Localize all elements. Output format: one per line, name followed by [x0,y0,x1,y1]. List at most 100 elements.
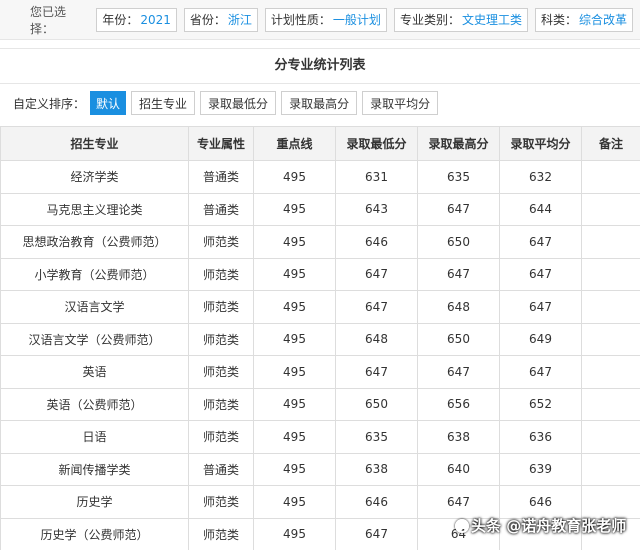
cell-attribute: 师范类 [188,257,254,291]
cell-key-line: 495 [253,257,336,291]
sort-bar: 自定义排序： 默认 招生专业 录取最低分 录取最高分 录取平均分 [0,86,640,120]
cell-major: 日语 [0,420,189,454]
table-header-row: 招生专业 专业属性 重点线 录取最低分 录取最高分 录取平均分 备注 [0,126,640,161]
score-table: 招生专业 专业属性 重点线 录取最低分 录取最高分 录取平均分 备注 经济学类普… [0,126,640,550]
cell-major: 英语（公费师范） [0,387,189,421]
sort-avg-score-button[interactable]: 录取平均分 [362,91,439,115]
table-row: 新闻传播学类 普通类 495 638 640 639 [0,452,640,486]
cell-key-line: 495 [253,290,336,324]
cell-remark [581,290,640,324]
table-row: 小学教育（公费师范） 师范类 495 647 647 647 [0,257,640,291]
cell-avg-score: 647 [499,225,582,259]
cell-avg-score: 644 [499,192,582,226]
cell-major: 经济学类 [0,160,189,194]
cell-min-score: 647 [335,257,418,291]
cell-min-score: 638 [335,452,418,486]
table-row: 思想政治教育（公费师范） 师范类 495 646 650 647 [0,225,640,259]
cell-avg-score: 649 [499,322,582,356]
table-row: 英语（公费师范） 师范类 495 650 656 652 [0,387,640,421]
cell-max-score: 648 [417,290,500,324]
cell-attribute: 师范类 [188,290,254,324]
filter-subject-value[interactable]: 综合改革 [579,11,627,28]
cell-attribute: 师范类 [188,485,254,519]
cell-max-score: 638 [417,420,500,454]
cell-max-score: 650 [417,322,500,356]
cell-min-score: 648 [335,322,418,356]
filter-province-key: 省份： [189,13,226,27]
cell-attribute: 师范类 [188,517,254,550]
sort-default-button[interactable]: 默认 [90,91,127,115]
cell-major: 汉语言文学 [0,290,189,324]
watermark: 头条 @诺舟教育张老师 [455,515,626,536]
table-row: 日语 师范类 495 635 638 636 [0,420,640,454]
filter-subject[interactable]: 科类： 综合改革 [534,7,633,32]
cell-major: 历史学 [0,485,189,519]
cell-attribute: 师范类 [188,322,254,356]
cell-remark [581,322,640,356]
filter-plan-type[interactable]: 计划性质： 一般计划 [264,7,387,32]
cell-min-score: 650 [335,387,418,421]
watermark-text: 头条 @诺舟教育张老师 [471,517,627,535]
table-row: 英语 师范类 495 647 647 647 [0,355,640,389]
filter-plan-type-value[interactable]: 一般计划 [333,11,381,28]
cell-avg-score: 652 [499,387,582,421]
cell-max-score: 647 [417,257,500,291]
cell-key-line: 495 [253,387,336,421]
cell-major: 英语 [0,355,189,389]
filter-subject-key: 科类： [540,13,577,27]
cell-max-score: 640 [417,452,500,486]
cell-remark [581,485,640,519]
header-attribute: 专业属性 [188,126,254,161]
sort-max-score-button[interactable]: 录取最高分 [281,91,358,115]
cell-major: 马克思主义理论类 [0,192,189,226]
cell-key-line: 495 [253,355,336,389]
filter-major-category-key: 专业类别： [399,13,460,27]
cell-remark [581,452,640,486]
filter-year[interactable]: 年份： 2021 [96,7,177,32]
sort-major-button[interactable]: 招生专业 [131,91,196,115]
cell-max-score: 647 [417,355,500,389]
cell-min-score: 647 [335,290,418,324]
cell-min-score: 646 [335,225,418,259]
header-key-line: 重点线 [253,126,336,161]
cell-key-line: 495 [253,517,336,550]
cell-key-line: 495 [253,452,336,486]
cell-attribute: 师范类 [188,355,254,389]
table-row: 马克思主义理论类 普通类 495 643 647 644 [0,192,640,226]
table-row: 经济学类 普通类 495 631 635 632 [0,160,640,194]
cell-key-line: 495 [253,160,336,194]
cell-major: 新闻传播学类 [0,452,189,486]
filter-major-category[interactable]: 专业类别： 文史理工类 [393,7,528,32]
table-body: 经济学类 普通类 495 631 635 632 马克思主义理论类 普通类 495 643 647 6… [0,160,640,550]
cell-attribute: 普通类 [188,160,254,194]
header-min-score: 录取最低分 [335,126,418,161]
cell-avg-score: 636 [499,420,582,454]
sort-min-score-button[interactable]: 录取最低分 [200,91,277,115]
cell-attribute: 普通类 [188,452,254,486]
table-row: 汉语言文学（公费师范） 师范类 495 648 650 649 [0,322,640,356]
filter-province-value[interactable]: 浙江 [228,11,252,28]
cell-remark [581,192,640,226]
cell-avg-score: 647 [499,257,582,291]
cell-key-line: 495 [253,322,336,356]
filter-major-category-value[interactable]: 文史理工类 [462,11,522,28]
cell-max-score: 647 [417,485,500,519]
header-remark: 备注 [581,126,640,161]
cell-remark [581,257,640,291]
cell-min-score: 646 [335,485,418,519]
header-avg-score: 录取平均分 [499,126,582,161]
cell-remark [581,420,640,454]
cell-max-score: 656 [417,387,500,421]
cell-attribute: 师范类 [188,225,254,259]
cell-major: 历史学（公费师范） [0,517,189,550]
table-row: 历史学 师范类 495 646 647 646 [0,485,640,519]
cell-avg-score: 647 [499,355,582,389]
filter-province[interactable]: 省份： 浙江 [183,7,258,32]
cell-min-score: 647 [335,517,418,550]
filter-year-value[interactable]: 2021 [140,13,171,27]
cell-remark [581,225,640,259]
cell-avg-score: 647 [499,290,582,324]
cell-max-score: 650 [417,225,500,259]
cell-major: 汉语言文学（公费师范） [0,322,189,356]
filter-year-key: 年份： [102,13,139,27]
